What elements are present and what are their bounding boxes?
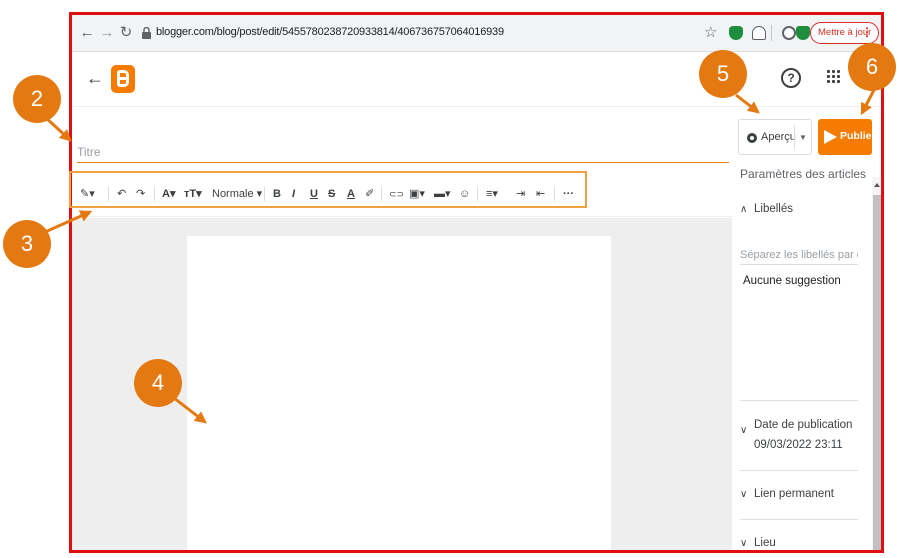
toolbar-highlight-box <box>69 171 587 208</box>
divider <box>740 400 858 401</box>
adblock-extension-icon[interactable] <box>729 26 743 40</box>
browser-toolbar: ← → ↻ blogger.com/blog/post/edit/5455780… <box>72 15 881 52</box>
scroll-up-icon[interactable] <box>874 183 880 187</box>
back-icon[interactable]: ← <box>78 24 96 42</box>
location-toggle[interactable]: ∨ Lieu <box>740 537 776 549</box>
labels-input[interactable]: Séparez les libellés par de... <box>740 249 858 265</box>
help-icon[interactable]: ? <box>781 68 801 88</box>
blogger-header: ← ? <box>72 52 881 107</box>
preview-button[interactable]: Aperçu ▼ <box>738 119 812 155</box>
scrollbar-thumb[interactable] <box>873 195 881 550</box>
permalink-label: Lien permanent <box>754 488 834 500</box>
callout-3: 3 <box>3 220 51 268</box>
chevron-down-icon: ∨ <box>740 425 748 436</box>
arrow-2 <box>43 115 72 142</box>
labels-section-toggle[interactable]: ∧ Libellés <box>740 203 793 215</box>
no-suggestion-text: Aucune suggestion <box>743 275 841 287</box>
update-chrome-button[interactable]: Mettre à jour ⋮ <box>810 22 879 44</box>
post-title-input[interactable] <box>77 141 729 163</box>
permalink-toggle[interactable]: ∨ Lien permanent <box>740 488 834 500</box>
chevron-up-icon: ∧ <box>740 204 748 215</box>
publish-label: Publier <box>840 130 876 142</box>
post-body-editor[interactable] <box>187 236 611 550</box>
reload-icon[interactable]: ↻ <box>117 24 135 42</box>
extension-icon[interactable] <box>752 26 766 40</box>
lock-icon <box>142 27 151 39</box>
eye-icon <box>747 133 757 143</box>
chevron-down-icon: ∨ <box>740 538 748 549</box>
apps-grid-icon[interactable] <box>827 70 841 84</box>
divider <box>740 519 858 520</box>
callout-2: 2 <box>13 75 61 123</box>
publish-button[interactable]: Publier <box>818 119 876 155</box>
preview-label: Aperçu <box>761 131 796 143</box>
address-bar[interactable]: blogger.com/blog/post/edit/5455780238720… <box>134 21 692 46</box>
callout-5: 5 <box>699 50 747 98</box>
url-text: blogger.com/blog/post/edit/5455780238720… <box>156 26 504 38</box>
post-settings-heading: Paramètres des articles <box>740 167 867 181</box>
forward-icon[interactable]: → <box>98 24 116 42</box>
location-label: Lieu <box>754 537 776 549</box>
chevron-down-icon: ∨ <box>740 489 748 500</box>
publish-date-value: 09/03/2022 23:11 <box>754 439 843 451</box>
publish-date-label: Date de publication <box>754 419 853 431</box>
preview-dropdown-icon[interactable]: ▼ <box>799 133 807 142</box>
send-icon <box>824 130 837 144</box>
bookmark-star-icon[interactable]: ☆ <box>704 23 717 41</box>
toolbar-divider <box>771 25 772 41</box>
publish-date-toggle[interactable]: ∨ Date de publication 09/03/2022 23:11 <box>740 415 852 455</box>
screenshot-frame: ← → ↻ blogger.com/blog/post/edit/5455780… <box>69 12 884 553</box>
profile-icon[interactable] <box>782 26 796 40</box>
back-arrow-icon[interactable]: ← <box>86 68 104 89</box>
callout-4: 4 <box>134 359 182 407</box>
chrome-menu-icon[interactable]: ⋮ <box>861 25 873 39</box>
post-settings-sidebar: Paramètres des articles ∧ Libellés Sépare… <box>732 157 881 550</box>
blogger-logo-icon <box>111 65 135 93</box>
callout-6: 6 <box>848 43 896 91</box>
sidebar-scrollbar[interactable] <box>872 177 881 550</box>
divider <box>740 470 858 471</box>
labels-section-label: Libellés <box>754 203 793 215</box>
shield-extension-icon[interactable] <box>796 26 810 40</box>
